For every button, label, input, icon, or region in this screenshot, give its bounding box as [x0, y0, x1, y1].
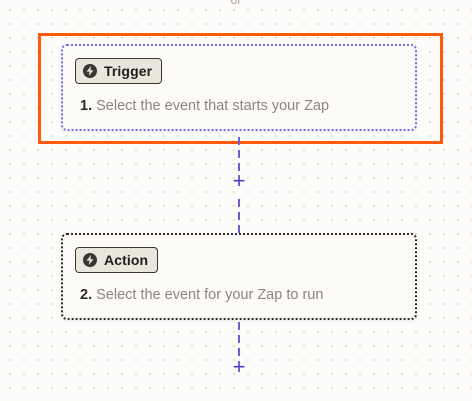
action-step-card[interactable]: Action 2. Select the event for your Zap …: [61, 233, 417, 320]
or-label: or: [230, 0, 242, 7]
connector-line-3: [238, 322, 240, 358]
action-step-description: 2. Select the event for your Zap to run: [80, 287, 323, 303]
trigger-step-description: 1. Select the event that starts your Zap: [80, 98, 329, 114]
action-badge-label: Action: [104, 252, 149, 268]
action-badge: Action: [75, 247, 159, 273]
trigger-badge-label: Trigger: [104, 63, 153, 79]
action-step-number: 2.: [80, 287, 93, 303]
trigger-badge: Trigger: [75, 58, 163, 84]
add-step-button[interactable]: +: [229, 170, 249, 192]
action-step-text: Select the event for your Zap to run: [96, 287, 324, 303]
lightning-icon: [83, 64, 97, 78]
connector-line-2: [238, 199, 240, 233]
lightning-icon: [83, 253, 97, 267]
trigger-step-card[interactable]: Trigger 1. Select the event that starts …: [61, 44, 417, 131]
trigger-step-text: Select the event that starts your Zap: [96, 98, 330, 114]
add-step-button-bottom[interactable]: +: [229, 356, 249, 378]
trigger-step-number: 1.: [80, 98, 93, 114]
